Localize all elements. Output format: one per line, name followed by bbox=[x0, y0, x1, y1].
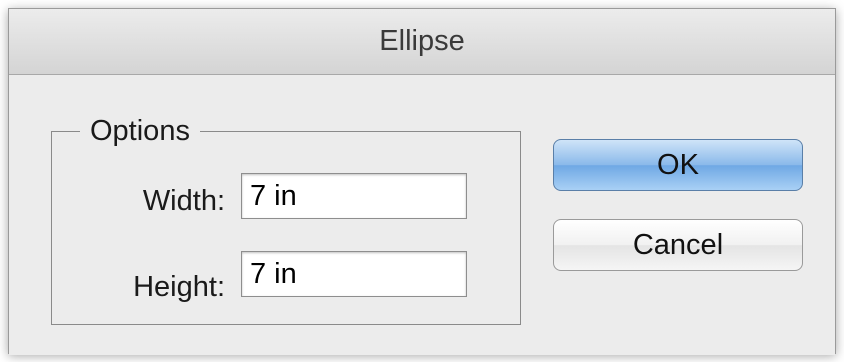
ok-button[interactable]: OK bbox=[553, 139, 803, 191]
dialog-content: Options Width: Height: OK Cancel bbox=[9, 75, 835, 355]
height-label: Height: bbox=[133, 271, 225, 303]
options-legend: Options bbox=[90, 115, 190, 147]
title-bar[interactable]: Ellipse bbox=[9, 9, 835, 75]
ellipse-dialog: Ellipse Options Width: Height: OK Cancel bbox=[8, 8, 836, 355]
height-field[interactable] bbox=[241, 251, 467, 297]
width-label: Width: bbox=[142, 185, 225, 217]
dialog-title: Ellipse bbox=[379, 25, 465, 57]
width-field[interactable] bbox=[241, 173, 467, 219]
cancel-button[interactable]: Cancel bbox=[553, 219, 803, 271]
